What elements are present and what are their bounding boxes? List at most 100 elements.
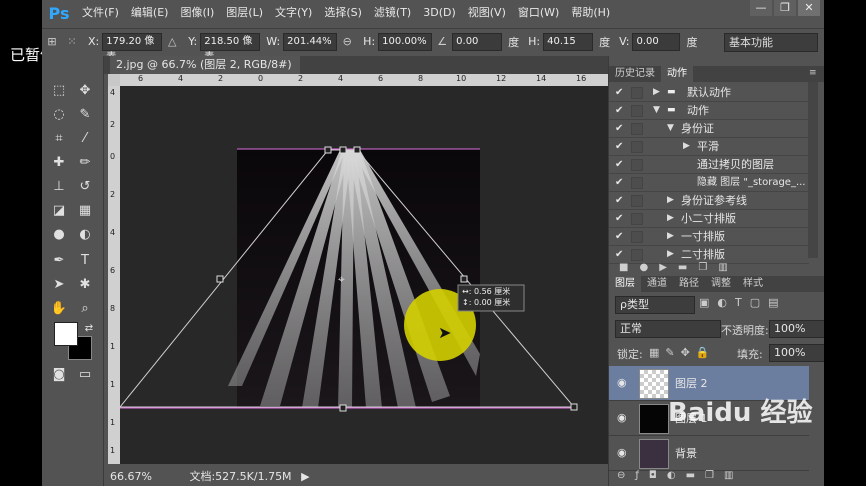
visibility-eye-icon[interactable]: ◉	[617, 411, 627, 424]
group-icon[interactable]: ▬	[686, 470, 705, 481]
action-step-smooth[interactable]: ✔ ▶ 平滑	[609, 138, 809, 156]
pen-tool-icon[interactable]: ✒	[50, 252, 68, 270]
stop-icon[interactable]: ■	[619, 262, 639, 273]
adjust-filter-icon[interactable]: ◐	[717, 296, 735, 309]
lock-pixels-icon[interactable]: ▦	[649, 346, 665, 359]
new-set-icon[interactable]: ▬	[678, 262, 698, 273]
zoom-level[interactable]: 66.67%	[110, 470, 152, 483]
trash-icon[interactable]: ▥	[724, 470, 743, 481]
ruler-corner[interactable]	[108, 74, 120, 86]
gradient-tool-icon[interactable]: ▦	[76, 202, 94, 220]
adjustment-icon[interactable]: ◐	[667, 470, 686, 481]
menu-filter[interactable]: 滤镜(T)	[368, 0, 417, 26]
pivot-icon[interactable]: ⌖	[338, 272, 345, 286]
lock-all-icon[interactable]: 🔒	[696, 346, 716, 359]
shape-filter-icon[interactable]: ▢	[750, 296, 768, 309]
tab-adjustments[interactable]: 调整	[705, 276, 737, 292]
lock-paint-icon[interactable]: ✎	[665, 346, 680, 359]
path-select-icon[interactable]: ➤	[50, 276, 68, 294]
menu-file[interactable]: 文件(F)	[76, 0, 125, 26]
quick-mask-icon[interactable]: ◙	[50, 366, 68, 384]
action-set-actions[interactable]: ✔ ▼ ▬ 动作	[609, 102, 809, 120]
tab-styles[interactable]: 样式	[737, 276, 769, 292]
menu-3d[interactable]: 3D(D)	[417, 0, 462, 26]
menu-view[interactable]: 视图(V)	[462, 0, 512, 26]
marquee-tool-icon[interactable]: ⬚	[50, 82, 68, 100]
menu-image[interactable]: 图像(I)	[174, 0, 220, 26]
record-icon[interactable]: ●	[639, 262, 659, 273]
tab-actions[interactable]: 动作	[661, 66, 693, 82]
vertical-ruler[interactable]: 4 2 0 2 4 6 8 1 1 1 1	[108, 86, 120, 464]
foreground-color-swatch[interactable]	[54, 322, 78, 346]
new-action-icon[interactable]: ❐	[698, 262, 718, 273]
play-icon[interactable]: ▶	[659, 262, 678, 273]
width-field[interactable]: 201.44%	[283, 32, 338, 51]
delete-icon[interactable]: ▥	[718, 262, 738, 273]
brush-tool-icon[interactable]: ✏	[76, 154, 94, 172]
crop-tool-icon[interactable]: ⌗	[50, 130, 68, 148]
clone-stamp-icon[interactable]: ⊥	[50, 178, 68, 196]
relative-position-icon[interactable]: △	[165, 35, 179, 49]
document-size[interactable]: 文档:527.5K/1.75M	[189, 470, 291, 483]
layer-filter-select[interactable]: ρ类型	[615, 296, 695, 314]
vskew-field[interactable]: 0.00	[632, 32, 681, 51]
action-id-card[interactable]: ✔ ▼ 身份证	[609, 120, 809, 138]
action-set-default[interactable]: ✔ ▶ ▬ 默认动作	[609, 84, 809, 102]
panel-menu-icon[interactable]: ≡	[809, 68, 817, 78]
hand-tool-icon[interactable]: ✋	[50, 300, 68, 318]
move-tool-icon[interactable]: ✥	[76, 82, 94, 100]
new-layer-icon[interactable]: ❐	[705, 470, 724, 481]
layer-name[interactable]: 背景	[675, 445, 697, 461]
visibility-eye-icon[interactable]: ◉	[617, 446, 627, 459]
document-canvas[interactable]: ⌖ ➤	[118, 86, 608, 464]
reference-point-icon[interactable]: ⁙	[65, 35, 79, 49]
hskew-field[interactable]: 40.15	[543, 32, 594, 51]
menu-edit[interactable]: 编辑(E)	[125, 0, 175, 26]
action-id-guides[interactable]: ✔ ▶ 身份证参考线	[609, 192, 809, 210]
workspace-select[interactable]: 基本功能	[724, 33, 818, 52]
tab-channels[interactable]: 通道	[641, 276, 673, 292]
menu-select[interactable]: 选择(S)	[318, 0, 368, 26]
eyedropper-tool-icon[interactable]: ⁄	[76, 130, 94, 148]
opacity-field[interactable]: 100%	[769, 320, 827, 338]
screen-mode-icon[interactable]: ▭	[76, 366, 94, 384]
horizontal-ruler[interactable]: 6 4 2 0 2 4 6 8 10 12 14 16	[120, 74, 608, 86]
healing-brush-icon[interactable]: ✚	[50, 154, 68, 172]
y-field[interactable]: 218.50 像素	[200, 32, 261, 63]
action-small-2inch[interactable]: ✔ ▶ 小二寸排版	[609, 210, 809, 228]
status-arrow-icon[interactable]: ▶	[301, 470, 309, 483]
document-tab[interactable]: 2.jpg @ 66.7% (图层 2, RGB/8#) * ×	[110, 56, 300, 89]
fx-icon[interactable]: ƒ	[635, 470, 649, 481]
quick-select-tool-icon[interactable]: ✎	[76, 106, 94, 124]
visibility-eye-icon[interactable]: ◉	[617, 376, 627, 389]
minimize-button[interactable]: —	[750, 0, 772, 16]
menu-window[interactable]: 窗口(W)	[512, 0, 565, 26]
zoom-tool-icon[interactable]: ⌕	[76, 300, 94, 318]
smart-filter-icon[interactable]: ▤	[768, 296, 786, 309]
layer-row[interactable]: ◉ 背景	[609, 436, 809, 471]
blend-mode-select[interactable]: 正常	[615, 320, 721, 338]
lasso-tool-icon[interactable]: ◌	[50, 106, 68, 124]
type-filter-icon[interactable]: T	[735, 296, 750, 309]
type-tool-icon[interactable]: T	[76, 252, 94, 270]
link-icon[interactable]: ⊖	[340, 35, 354, 49]
x-field[interactable]: 179.20 像素	[102, 32, 163, 63]
maximize-button[interactable]: ❐	[774, 0, 796, 16]
layer-name[interactable]: 图层 2	[675, 375, 708, 391]
mask-icon[interactable]: ◘	[649, 470, 667, 481]
menu-layer[interactable]: 图层(L)	[220, 0, 269, 26]
history-brush-icon[interactable]: ↺	[76, 178, 94, 196]
action-1inch[interactable]: ✔ ▶ 一寸排版	[609, 228, 809, 246]
transform-preset-icon[interactable]: ⊞	[45, 35, 59, 49]
tab-history[interactable]: 历史记录	[609, 66, 661, 82]
action-step-hide-layer[interactable]: ✔ 隐藏 图层 "_storage_...	[609, 174, 809, 192]
angle-field[interactable]: 0.00	[452, 32, 503, 51]
action-step-copy-layer[interactable]: ✔ 通过拷贝的图层	[609, 156, 809, 174]
pixel-filter-icon[interactable]: ▣	[699, 296, 717, 309]
canvas-area[interactable]: ⌖ ➤ ↔: 0.56 厘米 ↕: 0.00 厘米	[118, 86, 608, 464]
fill-field[interactable]: 100%	[769, 344, 827, 362]
tab-layers[interactable]: 图层	[609, 276, 641, 292]
close-button[interactable]: ✕	[798, 0, 820, 16]
blur-tool-icon[interactable]: ●	[50, 226, 68, 244]
link-layers-icon[interactable]: ⊖	[617, 470, 635, 481]
